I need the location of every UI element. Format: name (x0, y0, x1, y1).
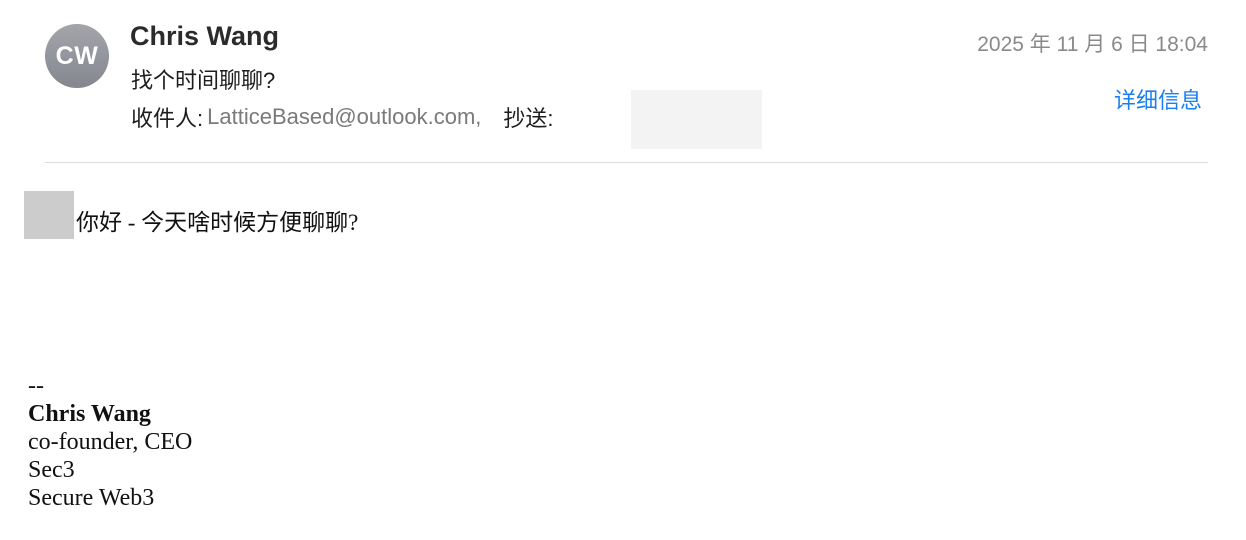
signature-separator: -- (28, 373, 44, 399)
cc-redacted-block (631, 90, 762, 149)
email-date: 2025 年 11 月 6 日 18:04 (977, 33, 1208, 56)
signature-company: Sec3 (28, 457, 75, 483)
signature-title: co-founder, CEO (28, 429, 193, 455)
to-label: 收件人: (131, 106, 204, 131)
signature-name: Chris Wang (28, 401, 151, 427)
header-divider (45, 162, 1208, 163)
sender-name[interactable]: Chris Wang (130, 21, 279, 52)
sender-avatar[interactable]: CW (45, 24, 109, 88)
cc-label: 抄送: (503, 106, 554, 131)
email-signature: -- Chris Wang co-founder, CEO Sec3 Secur… (28, 372, 192, 512)
recipients-line: 收件人: LatticeBased@outlook.com, 抄送: (131, 101, 554, 133)
email-body-greeting: 你好 - 今天啥时候方便聊聊? (76, 210, 359, 235)
to-address[interactable]: LatticeBased@outlook.com, (207, 104, 481, 130)
body-redacted-block (24, 191, 74, 239)
email-subject: 找个时间聊聊? (131, 68, 276, 93)
avatar-initials: CW (55, 41, 99, 70)
details-link[interactable]: 详细信息 (1114, 83, 1202, 115)
signature-tagline: Secure Web3 (28, 485, 155, 511)
